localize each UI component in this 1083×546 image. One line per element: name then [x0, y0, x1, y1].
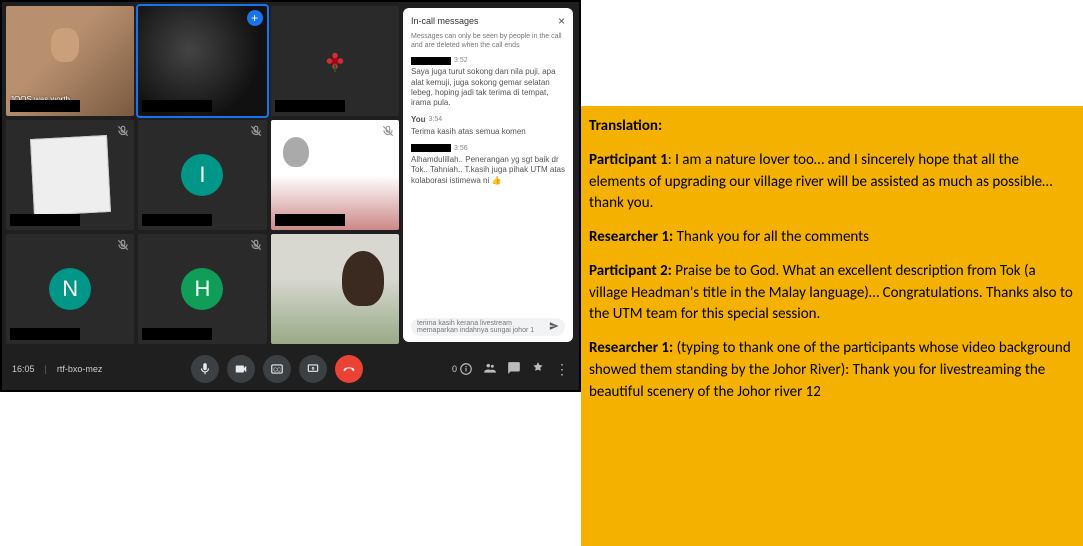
name-label-redacted	[10, 214, 80, 226]
participant-tile[interactable]: JOOS was worth	[6, 6, 134, 116]
message-text: Terima kasih atas semua komen	[411, 127, 565, 137]
meet-window: JOOS was worth +	[0, 0, 581, 392]
chat-panel: In-call messages × Messages can only be …	[403, 8, 573, 342]
sender-redacted	[411, 144, 451, 152]
flower-icon	[324, 50, 346, 72]
message-time: 3:56	[454, 144, 468, 153]
meeting-code: rtf-bxo-mez	[57, 364, 103, 374]
bar-left: 16:05 | rtf-bxo-mez	[12, 364, 102, 374]
camera-button[interactable]	[227, 355, 255, 383]
chat-title: In-call messages	[411, 16, 479, 26]
avatar-initial: N	[49, 268, 91, 310]
message-sender: You	[411, 115, 426, 125]
name-label-redacted	[10, 100, 80, 112]
chat-header: In-call messages ×	[411, 14, 565, 28]
page-root: JOOS was worth +	[0, 0, 1083, 546]
mic-muted-icon	[249, 124, 263, 138]
clock-label: 16:05	[12, 364, 35, 374]
chat-button[interactable]	[507, 361, 521, 377]
send-icon[interactable]	[549, 321, 559, 333]
people-button[interactable]	[483, 361, 497, 377]
video-thumbnail	[30, 135, 111, 216]
bar-right: 0 ⋮	[452, 361, 569, 378]
pin-icon[interactable]: +	[247, 10, 263, 26]
translation-entry: Participant 2: Praise be to God. What an…	[589, 261, 1075, 326]
participant-tile[interactable]	[271, 120, 399, 230]
chat-input[interactable]: terima kasih kerana livestream memaparka…	[411, 318, 565, 336]
svg-text:CC: CC	[273, 367, 281, 373]
chat-notice: Messages can only be seen by people in t…	[411, 32, 565, 50]
mic-muted-icon	[116, 238, 130, 252]
participant-tile[interactable]: H	[138, 234, 266, 344]
participant-tile[interactable]: N	[6, 234, 134, 344]
chat-input-text: terima kasih kerana livestream memaparka…	[417, 320, 549, 334]
message-text: Alhamdulillah.. Penerangan yg sgt baik d…	[411, 155, 565, 186]
participant-tile[interactable]: +	[138, 6, 266, 116]
translation-entry: Researcher 1: (typing to thank one of th…	[589, 338, 1075, 403]
name-label-redacted	[142, 328, 212, 340]
avatar-initial: H	[181, 268, 223, 310]
mic-button[interactable]	[191, 355, 219, 383]
mic-muted-icon	[381, 124, 395, 138]
mic-muted-icon	[116, 124, 130, 138]
control-bar: 16:05 | rtf-bxo-mez CC 0 ⋮	[2, 348, 579, 390]
name-label-redacted	[275, 214, 345, 226]
mic-muted-icon	[249, 238, 263, 252]
translation-entry: Researcher 1: Thank you for all the comm…	[589, 227, 1075, 249]
message-time: 3:52	[454, 56, 468, 65]
message-text: Saya juga turut sokong dan nila puji, ap…	[411, 67, 565, 109]
activities-button[interactable]	[531, 361, 545, 377]
present-button[interactable]	[299, 355, 327, 383]
chat-message: 3:56 Alhamdulillah.. Penerangan yg sgt b…	[411, 144, 565, 186]
name-label-redacted	[142, 100, 212, 112]
participant-tile[interactable]	[6, 120, 134, 230]
avatar-initial: I	[181, 154, 223, 196]
bar-center: CC	[191, 355, 363, 383]
info-button[interactable]: 0	[452, 362, 473, 376]
sender-redacted	[411, 57, 451, 65]
participant-tile[interactable]: I	[138, 120, 266, 230]
name-label-redacted	[275, 100, 345, 112]
close-icon[interactable]: ×	[558, 14, 565, 28]
separator: |	[45, 364, 47, 374]
message-time: 3:54	[429, 115, 443, 124]
chat-message: You 3:54 Terima kasih atas semua komen	[411, 115, 565, 138]
more-button[interactable]: ⋮	[555, 361, 569, 378]
participant-tile[interactable]	[271, 6, 399, 116]
info-badge: 0	[452, 364, 457, 374]
participant-tile[interactable]	[271, 234, 399, 344]
video-thumbnail	[271, 234, 399, 344]
name-label-redacted	[10, 328, 80, 340]
meet-content: JOOS was worth +	[2, 2, 579, 348]
translation-panel: Translation: Participant 1: I am a natur…	[581, 106, 1083, 546]
video-grid: JOOS was worth +	[6, 6, 399, 344]
translation-entry: Participant 1: I am a nature lover too… …	[589, 150, 1075, 215]
chat-message: 3:52 Saya juga turut sokong dan nila puj…	[411, 56, 565, 109]
name-label-redacted	[142, 214, 212, 226]
translation-heading: Translation:	[589, 116, 1075, 138]
caption-button[interactable]: CC	[263, 355, 291, 383]
hangup-button[interactable]	[335, 355, 363, 383]
